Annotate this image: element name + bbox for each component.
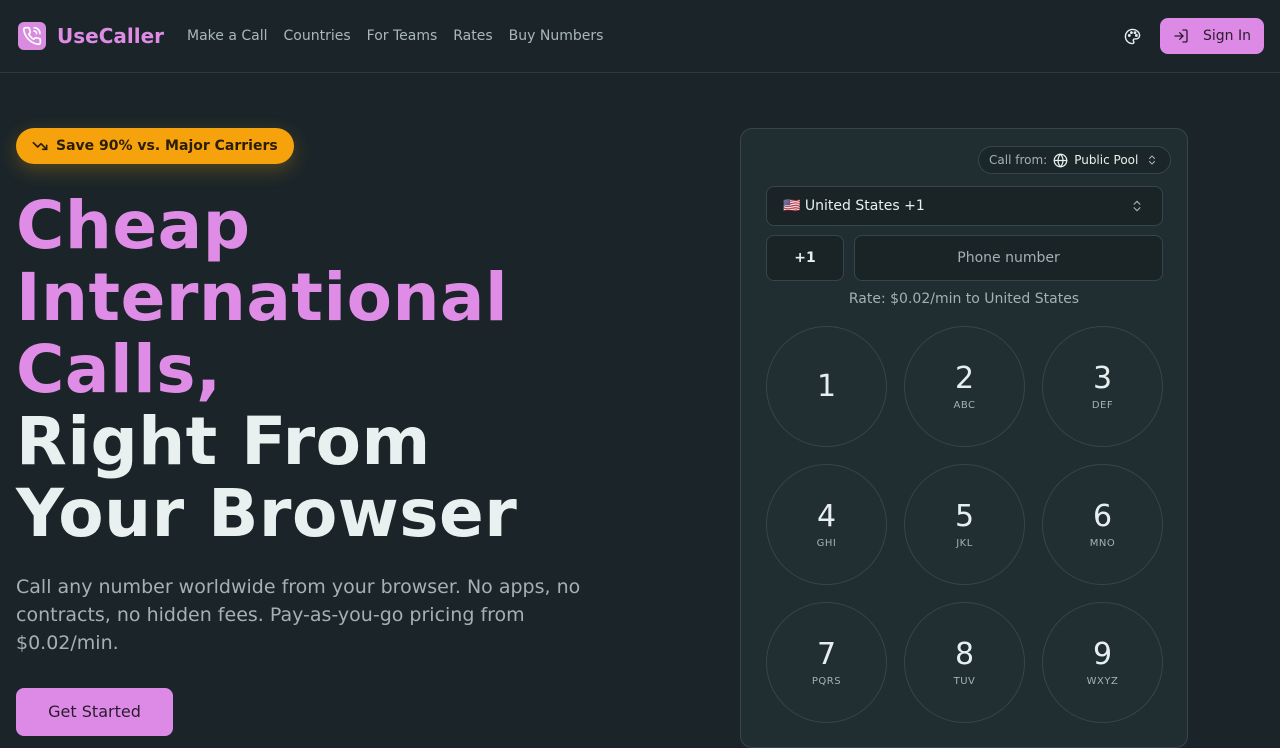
palette-icon[interactable]	[1122, 26, 1142, 46]
key-letters: GHI	[816, 538, 837, 549]
key-1[interactable]: 1	[766, 326, 887, 447]
main-nav: Make a Call Countries For Teams Rates Bu…	[187, 26, 619, 46]
sign-in-button[interactable]: Sign In	[1160, 18, 1264, 54]
top-navigation: UseCaller Make a Call Countries For Team…	[0, 0, 1280, 73]
key-letters: WXYZ	[1086, 676, 1119, 687]
login-icon	[1174, 29, 1188, 43]
key-4[interactable]: 4 GHI	[766, 464, 887, 585]
savings-badge: Save 90% vs. Major Carriers	[16, 128, 294, 164]
key-letters: MNO	[1089, 538, 1116, 549]
call-from-label: Call from:	[989, 153, 1048, 167]
key-digit: 4	[816, 499, 837, 534]
key-8[interactable]: 8 TUV	[904, 602, 1025, 723]
nav-countries[interactable]: Countries	[284, 26, 351, 46]
key-digit: 8	[954, 637, 975, 672]
key-letters: DEF	[1091, 400, 1114, 411]
badge-text: Save 90% vs. Major Carriers	[56, 138, 278, 154]
logo-phone-icon[interactable]	[18, 22, 46, 50]
call-from-selector[interactable]: Call from: Public Pool	[978, 146, 1171, 174]
key-letters: JKL	[956, 538, 973, 549]
trending-down-icon	[32, 141, 48, 151]
nav-make-a-call[interactable]: Make a Call	[187, 26, 268, 46]
key-5[interactable]: 5 JKL	[904, 464, 1025, 585]
key-digit: 2	[954, 361, 975, 396]
nav-rates[interactable]: Rates	[453, 26, 492, 46]
key-3[interactable]: 3 DEF	[1042, 326, 1163, 447]
dial-code: +1	[766, 235, 844, 281]
headline-line-5: Your Browser	[16, 475, 518, 552]
key-7[interactable]: 7 PQRS	[766, 602, 887, 723]
headline-line-3: Calls,	[16, 331, 222, 408]
dialer-panel: Call from: Public Pool 🇺🇸 United States …	[740, 128, 1188, 748]
key-digit: 1	[816, 368, 837, 404]
phone-number-input[interactable]	[854, 235, 1163, 281]
key-letters: PQRS	[811, 676, 842, 687]
headline-line-4: Right From	[16, 403, 431, 480]
headline-line-2: International	[16, 259, 509, 336]
get-started-button[interactable]: Get Started	[16, 688, 173, 736]
country-select[interactable]: 🇺🇸 United States +1	[766, 186, 1163, 226]
hero-headline: Cheap International Calls, Right From Yo…	[16, 190, 517, 550]
key-digit: 5	[954, 499, 975, 534]
call-from-value: Public Pool	[1074, 153, 1139, 167]
nav-for-teams[interactable]: For Teams	[367, 26, 438, 46]
key-letters: ABC	[953, 400, 976, 411]
key-digit: 3	[1092, 361, 1113, 396]
chevron-up-down-icon	[1133, 200, 1141, 212]
key-2[interactable]: 2 ABC	[904, 326, 1025, 447]
rate-text: Rate: $0.02/min to United States	[848, 291, 1080, 307]
key-digit: 9	[1092, 637, 1113, 672]
brand-name[interactable]: UseCaller	[57, 22, 164, 50]
nav-buy-numbers[interactable]: Buy Numbers	[509, 26, 604, 46]
key-6[interactable]: 6 MNO	[1042, 464, 1163, 585]
headline-line-1: Cheap	[16, 187, 251, 264]
sign-in-label: Sign In	[1203, 28, 1251, 44]
key-digit: 6	[1092, 499, 1113, 534]
key-letters: TUV	[953, 676, 976, 687]
hero-subtitle: Call any number worldwide from your brow…	[16, 576, 581, 654]
key-9[interactable]: 9 WXYZ	[1042, 602, 1163, 723]
country-value: 🇺🇸 United States +1	[783, 198, 925, 214]
chevron-up-down-icon	[1149, 155, 1156, 165]
key-digit: 7	[816, 637, 837, 672]
globe-icon	[1053, 153, 1068, 167]
